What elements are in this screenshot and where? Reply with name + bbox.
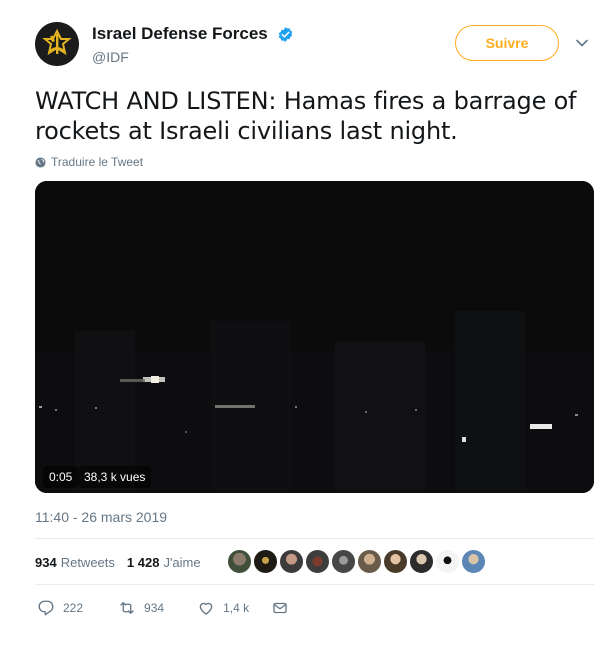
translate-label: Traduire le Tweet <box>51 155 144 169</box>
idf-emblem-icon <box>35 22 79 66</box>
liker-avatar[interactable] <box>227 549 252 574</box>
likes-count: 1 428 <box>126 554 160 570</box>
author-block: Israel Defense Forces @IDF <box>92 24 294 65</box>
tweet-text: WATCH AND LISTEN: Hamas fires a barrage … <box>35 87 577 145</box>
likes-stat[interactable]: 1 428 J'aime <box>127 555 201 570</box>
tweet-card: Israel Defense Forces @IDF Suivre WATCH … <box>0 0 615 647</box>
retweet-count: 934 <box>144 601 165 615</box>
video-duration-badge: 0:05 <box>43 466 79 488</box>
heart-icon <box>199 602 213 615</box>
tweet-stats: 934 Retweets 1 428 J'aime <box>35 553 213 571</box>
video-player[interactable] <box>35 181 594 493</box>
liker-avatars <box>227 549 487 574</box>
divider-top <box>35 538 594 539</box>
tweet-timestamp[interactable]: 11:40 - 26 mars 2019 <box>35 509 167 525</box>
liker-avatar[interactable] <box>409 549 434 574</box>
reply-button[interactable]: 222 <box>37 599 83 617</box>
liker-avatar[interactable] <box>253 549 278 574</box>
night-skyline-video-frame <box>35 181 594 493</box>
globe-icon <box>35 156 46 168</box>
like-button[interactable]: 1,4 k <box>197 599 249 617</box>
liker-avatar[interactable] <box>357 549 382 574</box>
retweet-icon <box>120 602 134 614</box>
liker-avatar[interactable] <box>331 549 356 574</box>
like-count: 1,4 k <box>223 601 250 615</box>
retweets-label: Retweets <box>60 554 115 570</box>
tweet-actions: 222 934 1,4 k <box>35 598 289 618</box>
retweets-count: 934 <box>35 554 57 570</box>
retweet-button[interactable]: 934 <box>118 599 164 617</box>
video-views-badge: 38,3 k vues <box>78 466 152 488</box>
author-avatar[interactable] <box>35 22 79 66</box>
liker-avatar[interactable] <box>435 549 460 574</box>
divider-bottom <box>35 584 594 585</box>
liker-avatar[interactable] <box>305 549 330 574</box>
author-name[interactable]: Israel Defense Forces <box>92 24 268 44</box>
liker-avatar[interactable] <box>383 549 408 574</box>
chevron-down-icon[interactable] <box>575 36 589 50</box>
reply-icon <box>38 600 54 616</box>
translate-link[interactable]: Traduire le Tweet <box>35 155 143 169</box>
follow-button[interactable]: Suivre <box>455 25 559 61</box>
reply-count: 222 <box>63 601 84 615</box>
direct-message-button[interactable] <box>271 599 289 617</box>
retweets-stat[interactable]: 934 Retweets <box>35 555 115 570</box>
verified-badge-icon <box>278 26 293 42</box>
envelope-icon <box>273 602 287 614</box>
liker-avatar[interactable] <box>461 549 486 574</box>
author-handle[interactable]: @IDF <box>92 49 294 65</box>
likes-label: J'aime <box>163 554 201 570</box>
liker-avatar[interactable] <box>279 549 304 574</box>
